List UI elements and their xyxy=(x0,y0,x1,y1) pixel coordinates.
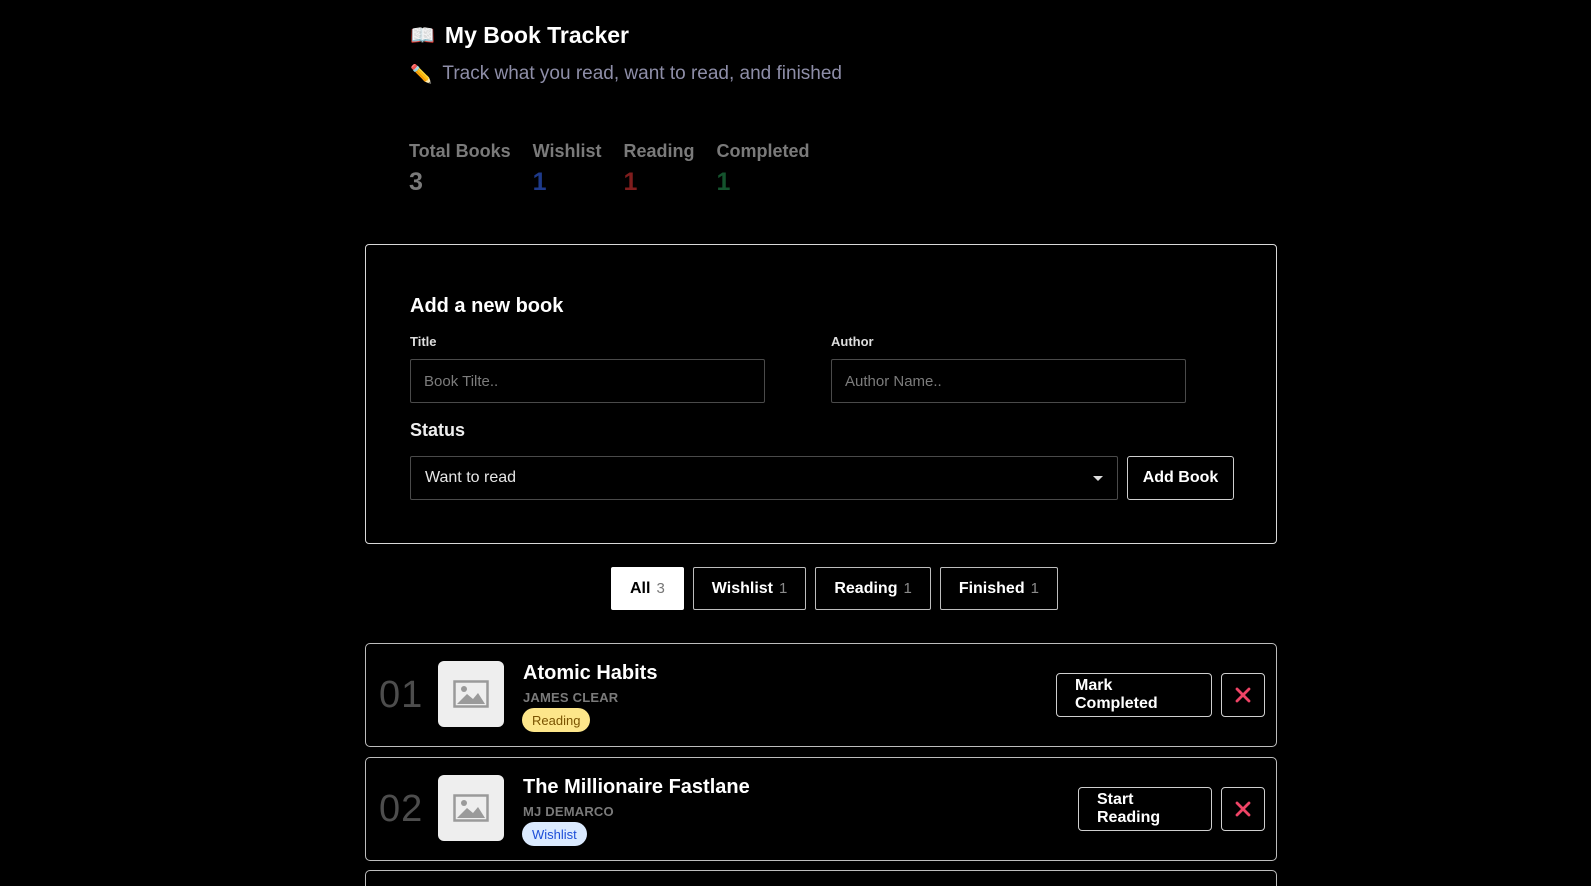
add-book-form: Add a new book Title Author Status Want … xyxy=(365,244,1277,544)
tab-finished-label: Finished xyxy=(958,579,1025,597)
delete-book-button[interactable] xyxy=(1221,787,1265,831)
stat-completed-label: Completed xyxy=(716,141,810,161)
tab-wishlist-label: Wishlist xyxy=(711,579,773,597)
stat-reading: Reading 1 xyxy=(624,141,695,197)
author-input[interactable] xyxy=(831,359,1186,403)
tab-all-label: All xyxy=(630,579,651,597)
book-author: JAMES CLEAR xyxy=(523,690,619,705)
book-author: MJ DEMARCO xyxy=(523,804,614,819)
status-badge: Reading xyxy=(522,708,591,732)
stat-reading-label: Reading xyxy=(623,141,695,161)
tab-finished[interactable]: Finished 1 xyxy=(939,567,1058,610)
title-input[interactable] xyxy=(410,359,765,403)
page-title: 📖 My Book Tracker xyxy=(410,22,842,49)
book-icon: 📖 xyxy=(410,25,435,47)
tab-wishlist[interactable]: Wishlist 1 xyxy=(692,567,807,610)
book-number: 01 xyxy=(379,674,424,716)
caret-down-icon xyxy=(1093,475,1103,481)
status-label: Status xyxy=(410,420,466,440)
page-title-text: My Book Tracker xyxy=(444,22,629,48)
book-card xyxy=(365,870,1277,886)
stat-reading-value: 1 xyxy=(623,168,638,196)
close-icon xyxy=(1235,801,1251,817)
stats-summary: Total Books 3 Wishlist 1 Reading 1 Compl… xyxy=(409,141,810,197)
book-card: 02 The Millionaire Fastlane MJ DEMARCO W… xyxy=(365,757,1277,861)
book-title: The Millionaire Fastlane xyxy=(523,776,750,798)
close-icon xyxy=(1235,687,1251,703)
mark-completed-button[interactable]: Mark Completed xyxy=(1056,673,1212,717)
status-select-value: Want to read xyxy=(425,469,517,486)
stat-wishlist: Wishlist 1 xyxy=(533,141,602,197)
form-heading: Add a new book xyxy=(410,295,564,317)
image-placeholder-icon xyxy=(438,661,504,727)
book-card: 01 Atomic Habits JAMES CLEAR Reading Mar… xyxy=(365,643,1277,747)
delete-book-button[interactable] xyxy=(1221,673,1265,717)
app-header: 📖 My Book Tracker ✏️ Track what you read… xyxy=(410,22,842,85)
status-select[interactable]: Want to read xyxy=(410,456,1118,500)
stat-total: Total Books 3 xyxy=(409,141,511,197)
stat-wishlist-label: Wishlist xyxy=(532,141,602,161)
tab-reading[interactable]: Reading 1 xyxy=(815,567,931,610)
tab-reading-label: Reading xyxy=(834,579,898,597)
tab-reading-count: 1 xyxy=(903,580,912,597)
start-reading-button[interactable]: Start Reading xyxy=(1078,787,1212,831)
stat-total-label: Total Books xyxy=(409,141,511,161)
status-badge: Wishlist xyxy=(522,822,587,846)
add-book-button[interactable]: Add Book xyxy=(1127,456,1234,500)
tab-all[interactable]: All 3 xyxy=(611,567,684,610)
book-number: 02 xyxy=(379,788,424,830)
page-subtitle: ✏️ Track what you read, want to read, an… xyxy=(410,63,842,85)
tab-all-count: 3 xyxy=(656,580,665,597)
filter-tabs: All 3 Wishlist 1 Reading 1 Finished 1 xyxy=(611,567,1058,610)
page: 📖 My Book Tracker ✏️ Track what you read… xyxy=(0,0,1591,886)
stat-total-value: 3 xyxy=(409,168,423,196)
image-placeholder-icon xyxy=(438,775,504,841)
stat-wishlist-value: 1 xyxy=(532,168,547,196)
stat-completed: Completed 1 xyxy=(717,141,810,197)
book-title: Atomic Habits xyxy=(523,662,658,684)
tab-wishlist-count: 1 xyxy=(779,580,788,597)
stat-completed-value: 1 xyxy=(716,168,731,196)
author-label: Author xyxy=(831,334,874,349)
pencil-icon: ✏️ xyxy=(410,63,433,84)
tab-finished-count: 1 xyxy=(1030,580,1039,597)
page-subtitle-text: Track what you read, want to read, and f… xyxy=(442,63,842,84)
title-label: Title xyxy=(410,334,437,349)
